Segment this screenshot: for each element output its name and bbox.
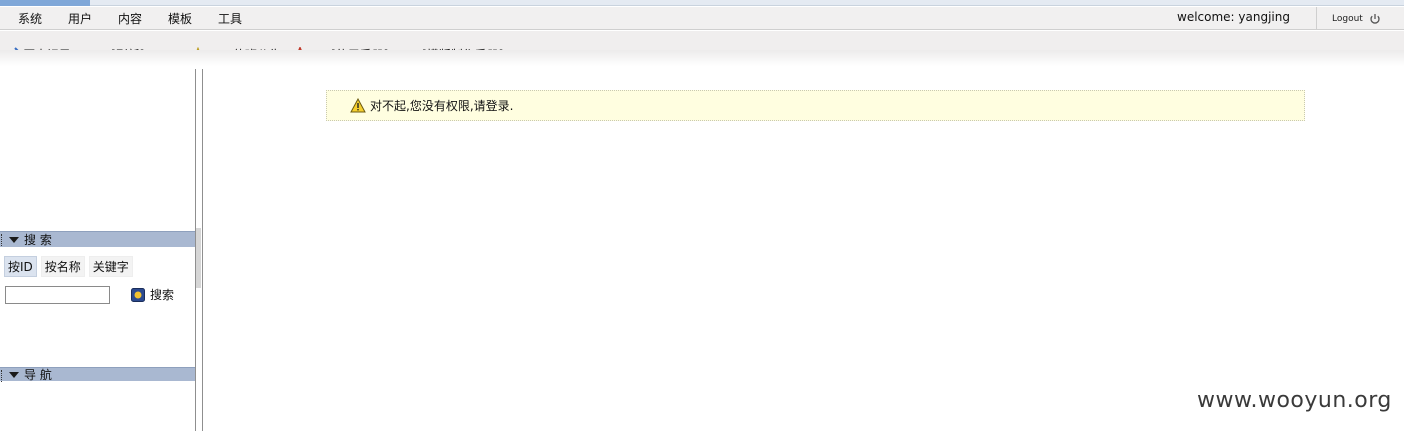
- search-button-label: 搜索: [150, 288, 175, 302]
- nav-panel-header[interactable]: 导 航: [0, 367, 196, 382]
- menu-bar: 系统 用户 内容 模板 工具 welcome: yangjing Logout: [0, 7, 1404, 30]
- menu-item-system[interactable]: 系统: [18, 10, 42, 27]
- menu-item-users[interactable]: 用户: [68, 10, 92, 27]
- permission-alert: 对不起,您没有权限,请登录.: [326, 90, 1305, 121]
- active-tab-marker: [0, 0, 90, 6]
- search-button-icon: [131, 287, 145, 302]
- logout-label: Logout: [1332, 13, 1363, 24]
- panel-grip: [1, 234, 3, 246]
- welcome-text: welcome: yangjing: [1177, 10, 1290, 24]
- alert-message: 对不起,您没有权限,请登录.: [370, 99, 514, 113]
- power-icon: [1370, 13, 1380, 24]
- warning-icon: [350, 98, 366, 113]
- collapse-triangle-icon: [9, 371, 19, 378]
- splitter-handle[interactable]: [196, 228, 201, 288]
- search-button[interactable]: 搜索: [131, 286, 174, 303]
- search-mode-tabs: 按ID 按名称 关键字: [4, 256, 133, 277]
- menu-item-content[interactable]: 内容: [118, 10, 142, 27]
- search-panel-title: 搜 索: [24, 233, 52, 247]
- search-tab-by-id[interactable]: 按ID: [4, 256, 37, 277]
- nav-panel-title: 导 航: [24, 368, 52, 382]
- search-input[interactable]: [5, 286, 110, 304]
- toolbar-shadow: [0, 50, 1404, 66]
- panel-grip: [1, 370, 3, 382]
- menu-item-tools[interactable]: 工具: [218, 10, 242, 27]
- logout-button[interactable]: Logout: [1316, 7, 1404, 30]
- collapse-triangle-icon: [9, 236, 19, 243]
- search-tab-by-name[interactable]: 按名称: [40, 256, 85, 277]
- search-tab-keyword[interactable]: 关键字: [88, 256, 133, 277]
- watermark: www.wooyun.org: [1197, 388, 1392, 413]
- menu-item-templates[interactable]: 模板: [168, 10, 192, 27]
- window-top-strip: [0, 0, 1404, 6]
- search-panel-header[interactable]: 搜 索: [0, 231, 196, 247]
